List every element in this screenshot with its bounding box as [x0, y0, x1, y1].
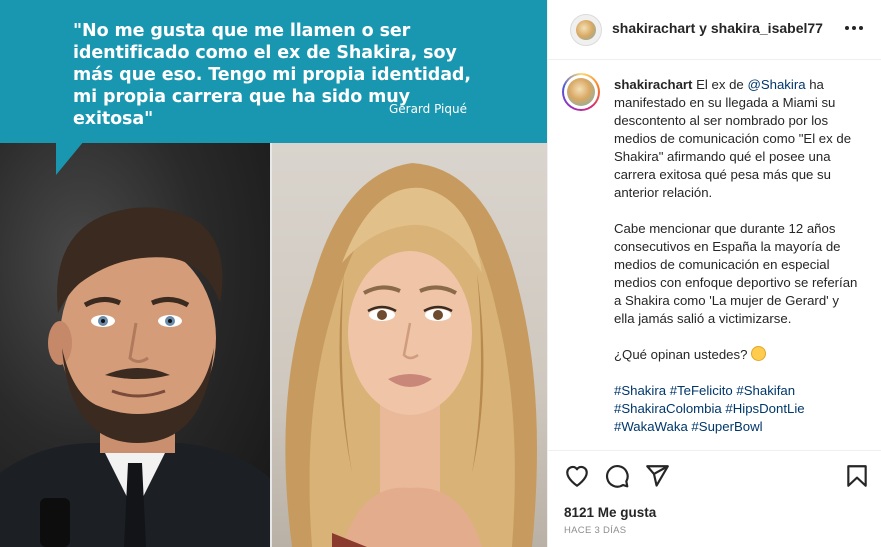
quote-banner: "No me gusta que me llamen o ser identif…	[0, 0, 547, 143]
post-timestamp[interactable]: HACE 3 DÍAS	[564, 525, 626, 536]
hashtags-line[interactable]: #Shakira #TeFelicito #Shakifan	[614, 382, 860, 400]
action-bar	[548, 450, 881, 500]
man-portrait-illustration	[0, 207, 270, 547]
caption-question: ¿Qué opinan ustedes?	[614, 347, 748, 362]
heart-icon[interactable]	[564, 463, 590, 489]
woman-portrait-illustration	[285, 163, 537, 547]
post-authors: shakirachart y shakira_isabel77	[612, 20, 823, 36]
author-username-link[interactable]: shakirachart	[612, 20, 695, 36]
post-media[interactable]: "No me gusta que me llamen o ser identif…	[0, 0, 547, 547]
bookmark-icon[interactable]	[844, 463, 870, 489]
likes-count[interactable]: 8121 Me gusta	[564, 505, 656, 520]
coauthor-username-link[interactable]: shakira_isabel77	[711, 20, 823, 36]
quote-bubble-tail	[56, 141, 84, 175]
comment-icon[interactable]	[604, 463, 630, 489]
hashtags: #Shakira #TeFelicito #Shakifan #ShakiraC…	[614, 382, 860, 436]
quote-author: Gerard Piqué	[388, 102, 467, 116]
authors-connector: y	[699, 20, 707, 36]
more-horizontal-icon[interactable]	[844, 18, 864, 38]
caption-paragraph-2: Cabe mencionar que durante 12 años conse…	[614, 221, 858, 326]
photo-shakira	[272, 143, 547, 547]
caption-author-avatar[interactable]	[562, 73, 600, 111]
post-caption: shakirachart El ex de @Shakira ha manife…	[614, 76, 860, 436]
author-avatar[interactable]	[570, 14, 602, 46]
post-header: shakirachart y shakira_isabel77	[548, 0, 881, 60]
avatar-image	[567, 78, 595, 106]
caption-text-intro: El ex de	[696, 77, 744, 92]
caption-text-body: ha manifestado en su llegada a Miami su …	[614, 77, 852, 200]
hashtags-line[interactable]: #ShakiraColombia #HipsDontLie	[614, 400, 860, 418]
send-icon[interactable]	[644, 463, 670, 489]
post-detail-panel: shakirachart y shakira_isabel77 shakirac…	[547, 0, 881, 547]
upside-down-face-emoji-icon	[751, 346, 767, 361]
photo-gerard-pique	[0, 143, 270, 547]
avatar-image	[576, 20, 596, 40]
mention-link[interactable]: @Shakira	[747, 77, 805, 92]
caption-scroll-area[interactable]: shakirachart El ex de @Shakira ha manife…	[548, 61, 881, 449]
caption-username-link[interactable]: shakirachart	[614, 77, 692, 92]
hashtags-line[interactable]: #WakaWaka #SuperBowl	[614, 418, 860, 436]
